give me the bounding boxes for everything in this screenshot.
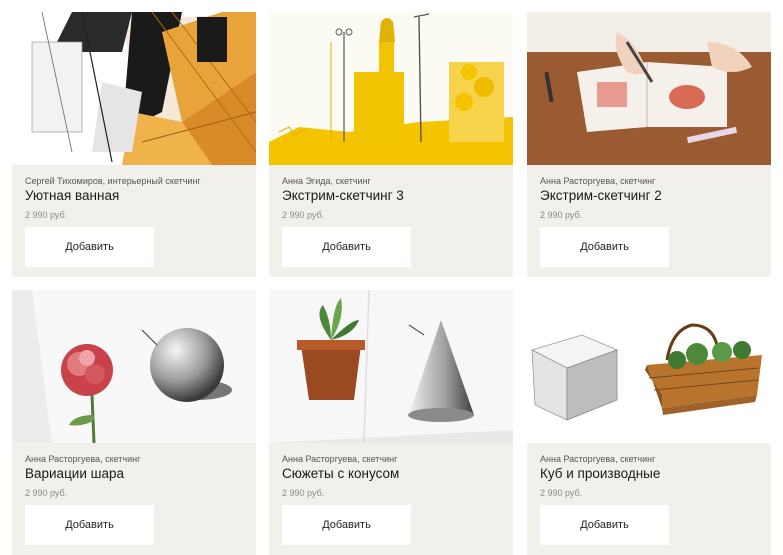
add-to-cart-button[interactable]: Добавить (282, 505, 411, 545)
product-card: Анна Расторгуева, скетчинг Вариации шара… (12, 290, 256, 555)
add-to-cart-button[interactable]: Добавить (25, 227, 154, 267)
product-card: Анна Расторгуева, скетчинг Экстрим-скетч… (527, 12, 771, 277)
product-author: Анна Расторгуева, скетчинг (282, 454, 398, 464)
product-author: Сергей Тихомиров, интерьерный скетчинг (25, 176, 201, 186)
product-title[interactable]: Уютная ванная (25, 188, 119, 203)
product-price: 2 990 руб. (282, 210, 325, 220)
product-card: Анна Расторгуева, скетчинг Куб и произво… (527, 290, 771, 555)
product-title[interactable]: Вариации шара (25, 466, 124, 481)
product-image-peony-and-sphere[interactable] (12, 290, 256, 443)
product-card: Анна Расторгуева, скетчинг Сюжеты с кону… (269, 290, 513, 555)
product-title[interactable]: Экстрим-скетчинг 2 (540, 188, 662, 203)
product-author: Анна Эгида, скетчинг (282, 176, 371, 186)
add-to-cart-button[interactable]: Добавить (540, 227, 669, 267)
add-to-cart-button[interactable]: Добавить (25, 505, 154, 545)
product-image-yellow-city-sketch[interactable] (269, 12, 513, 165)
product-image-interior-sketch[interactable] (12, 12, 256, 165)
product-image-hands-sketchbook[interactable] (527, 12, 771, 165)
product-price: 2 990 руб. (25, 488, 68, 498)
product-image-cactus-and-cone[interactable] (269, 290, 513, 443)
product-image-cube-and-planter[interactable] (527, 290, 771, 443)
product-title[interactable]: Сюжеты с конусом (282, 466, 399, 481)
product-card: Сергей Тихомиров, интерьерный скетчинг У… (12, 12, 256, 277)
add-to-cart-button[interactable]: Добавить (540, 505, 669, 545)
product-price: 2 990 руб. (25, 210, 68, 220)
product-author: Анна Расторгуева, скетчинг (540, 176, 656, 186)
product-author: Анна Расторгуева, скетчинг (540, 454, 656, 464)
product-price: 2 990 руб. (540, 210, 583, 220)
product-price: 2 990 руб. (282, 488, 325, 498)
product-title[interactable]: Куб и производные (540, 466, 660, 481)
product-card: Анна Эгида, скетчинг Экстрим-скетчинг 3 … (269, 12, 513, 277)
product-author: Анна Расторгуева, скетчинг (25, 454, 141, 464)
product-price: 2 990 руб. (540, 488, 583, 498)
add-to-cart-button[interactable]: Добавить (282, 227, 411, 267)
product-title[interactable]: Экстрим-скетчинг 3 (282, 188, 404, 203)
